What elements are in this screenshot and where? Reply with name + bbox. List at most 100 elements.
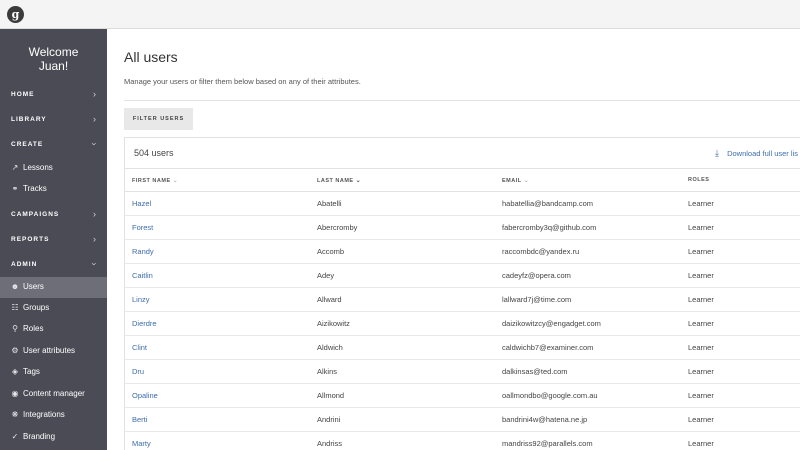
sidebar-item-groups[interactable]: ☷ Groups <box>0 298 107 319</box>
app-logo-icon[interactable]: g <box>7 6 24 23</box>
download-icon: ⤓ <box>715 148 719 158</box>
column-header-last-name[interactable]: LAST NAME ⌄ <box>317 177 361 184</box>
sidebar-item-label: Users <box>23 282 44 291</box>
sidebar-item-label: Tags <box>23 367 40 376</box>
first-name-cell[interactable]: Caitlin <box>132 271 153 280</box>
table-row[interactable]: Forest Abercromby fabercromby3q@github.com… <box>125 216 800 240</box>
sidebar-item-lessons[interactable]: ↗ Lessons <box>0 158 107 179</box>
sidebar-section-label: REPORTS <box>11 236 50 243</box>
page-subtitle: Manage your users or filter them below b… <box>124 77 361 86</box>
roles-cell: Learner <box>688 319 714 328</box>
sidebar-item-label: Lessons <box>23 163 53 172</box>
first-name-cell[interactable]: Marty <box>132 439 151 448</box>
sidebar-item-label: Tracks <box>23 184 47 193</box>
column-header-roles: ROLES <box>688 177 709 183</box>
last-name-cell: Aizikowitz <box>317 319 350 328</box>
chevron-right-icon: › <box>93 234 96 244</box>
roles-cell: Learner <box>688 367 714 376</box>
users-table-panel: 504 users ⤓ Download full user lis FIRST… <box>124 137 800 450</box>
sort-icon: ⌄ <box>523 178 530 184</box>
sidebar-item-user-attributes[interactable]: ⚙ User attributes <box>0 341 107 362</box>
first-name-cell[interactable]: Linzy <box>132 295 150 304</box>
sidebar-item-content-manager[interactable]: ◉ Content manager <box>0 384 107 405</box>
column-header-first-name[interactable]: FIRST NAME ⌄ <box>132 177 178 184</box>
email-cell: oallmondbo@google.com.au <box>502 391 598 400</box>
chevron-right-icon: › <box>93 114 96 124</box>
user-icon: ☻ <box>10 282 20 291</box>
column-header-email[interactable]: EMAIL ⌄ <box>502 177 529 184</box>
groups-icon: ☷ <box>11 303 19 312</box>
last-name-cell: Alkins <box>317 367 338 376</box>
sidebar-item-tracks[interactable]: ⚭ Tracks <box>0 179 107 200</box>
table-header: FIRST NAME ⌄ LAST NAME ⌄ EMAIL ⌄ ROLES <box>125 168 800 192</box>
last-name-cell: Andrini <box>317 415 341 424</box>
sidebar-item-integrations[interactable]: ❋ Integrations <box>0 405 107 426</box>
email-cell: raccombdc@yandex.ru <box>502 247 580 256</box>
sidebar-item-label: Roles <box>23 324 44 333</box>
first-name-cell[interactable]: Dru <box>132 367 144 376</box>
roles-cell: Learner <box>688 247 714 256</box>
brush-icon: ✓ <box>11 432 19 441</box>
first-name-cell[interactable]: Clint <box>132 343 147 352</box>
sort-icon: ⌄ <box>172 178 179 184</box>
sidebar-item-roles[interactable]: ⚲ Roles <box>0 319 107 340</box>
roles-cell: Learner <box>688 223 714 232</box>
column-label: LAST NAME <box>317 178 354 184</box>
sidebar-item-branding[interactable]: ✓ Branding <box>0 427 107 448</box>
download-user-list-link[interactable]: ⤓ Download full user lis <box>715 148 800 159</box>
chevron-down-icon: › <box>89 262 100 266</box>
email-cell: mandriss92@parallels.com <box>502 439 593 448</box>
table-row[interactable]: Berti Andrini bandrini4w@hatena.ne.jp Learn… <box>125 408 800 432</box>
first-name-cell[interactable]: Hazel <box>132 199 151 208</box>
sidebar-section-create[interactable]: CREATE › <box>0 134 107 158</box>
table-row[interactable]: Clint Aldwich caldwichb7@examiner.com Learn… <box>125 336 800 360</box>
table-row[interactable]: Marty Andriss mandriss92@parallels.com Lear… <box>125 432 800 450</box>
first-name-cell[interactable]: Forest <box>132 223 153 232</box>
table-row[interactable]: Caitlin Adey cadeyfz@opera.com Learner <box>125 264 800 288</box>
sidebar: Welcome Juan! HOME › LIBRARY › CREATE › … <box>0 29 107 450</box>
last-name-cell: Adey <box>317 271 335 280</box>
table-row[interactable]: Linzy Allward lallward7j@time.com Learner <box>125 288 800 312</box>
sidebar-item-label: Groups <box>23 303 50 312</box>
chevron-right-icon: › <box>93 89 96 99</box>
email-cell: habatellia@bandcamp.com <box>502 199 593 208</box>
tracks-icon: ⚭ <box>11 184 19 193</box>
sidebar-section-reports[interactable]: REPORTS › <box>0 229 107 253</box>
table-row[interactable]: Randy Accomb raccombdc@yandex.ru Learner <box>125 240 800 264</box>
top-bar: g <box>0 0 800 29</box>
sidebar-section-home[interactable]: HOME › <box>0 84 107 108</box>
email-cell: caldwichb7@examiner.com <box>502 343 594 352</box>
first-name-cell[interactable]: Opaline <box>132 391 158 400</box>
table-row[interactable]: Dierdre Aizikowitz daizikowitzcy@engadget.… <box>125 312 800 336</box>
main-content: All users Manage your users or filter th… <box>107 29 800 450</box>
integrations-icon: ❋ <box>11 410 19 419</box>
user-count: 504 users <box>134 148 174 158</box>
last-name-cell: Andriss <box>317 439 343 448</box>
table-row[interactable]: Opaline Allmond oallmondbo@google.com.au Le… <box>125 384 800 408</box>
column-label: FIRST NAME <box>132 178 171 184</box>
sidebar-section-campaigns[interactable]: CAMPAIGNS › <box>0 204 107 228</box>
column-label: EMAIL <box>502 178 522 184</box>
tag-icon: ◈ <box>11 367 19 376</box>
sidebar-item-label: Integrations <box>23 410 65 419</box>
sidebar-item-users[interactable]: ☻ Users <box>0 277 107 298</box>
first-name-cell[interactable]: Randy <box>132 247 154 256</box>
email-cell: bandrini4w@hatena.ne.jp <box>502 415 588 424</box>
table-row[interactable]: Hazel Abatelli habatellia@bandcamp.com Lear… <box>125 192 800 216</box>
sidebar-section-admin[interactable]: ADMIN › <box>0 254 107 278</box>
eye-icon: ◉ <box>11 389 19 398</box>
first-name-cell[interactable]: Dierdre <box>132 319 157 328</box>
roles-cell: Learner <box>688 415 714 424</box>
roles-cell: Learner <box>688 199 714 208</box>
last-name-cell: Aldwich <box>317 343 343 352</box>
email-cell: fabercromby3q@github.com <box>502 223 597 232</box>
sidebar-item-tags[interactable]: ◈ Tags <box>0 362 107 383</box>
first-name-cell[interactable]: Berti <box>132 415 147 424</box>
table-row[interactable]: Dru Alkins dalkinsas@ted.com Learner <box>125 360 800 384</box>
sidebar-section-library[interactable]: LIBRARY › <box>0 109 107 133</box>
lessons-icon: ↗ <box>11 163 19 172</box>
sort-icon: ⌄ <box>355 178 362 184</box>
filter-users-button[interactable]: FILTER USERS <box>124 108 193 130</box>
key-icon: ⚲ <box>12 324 18 333</box>
sidebar-section-label: ADMIN <box>11 261 38 268</box>
